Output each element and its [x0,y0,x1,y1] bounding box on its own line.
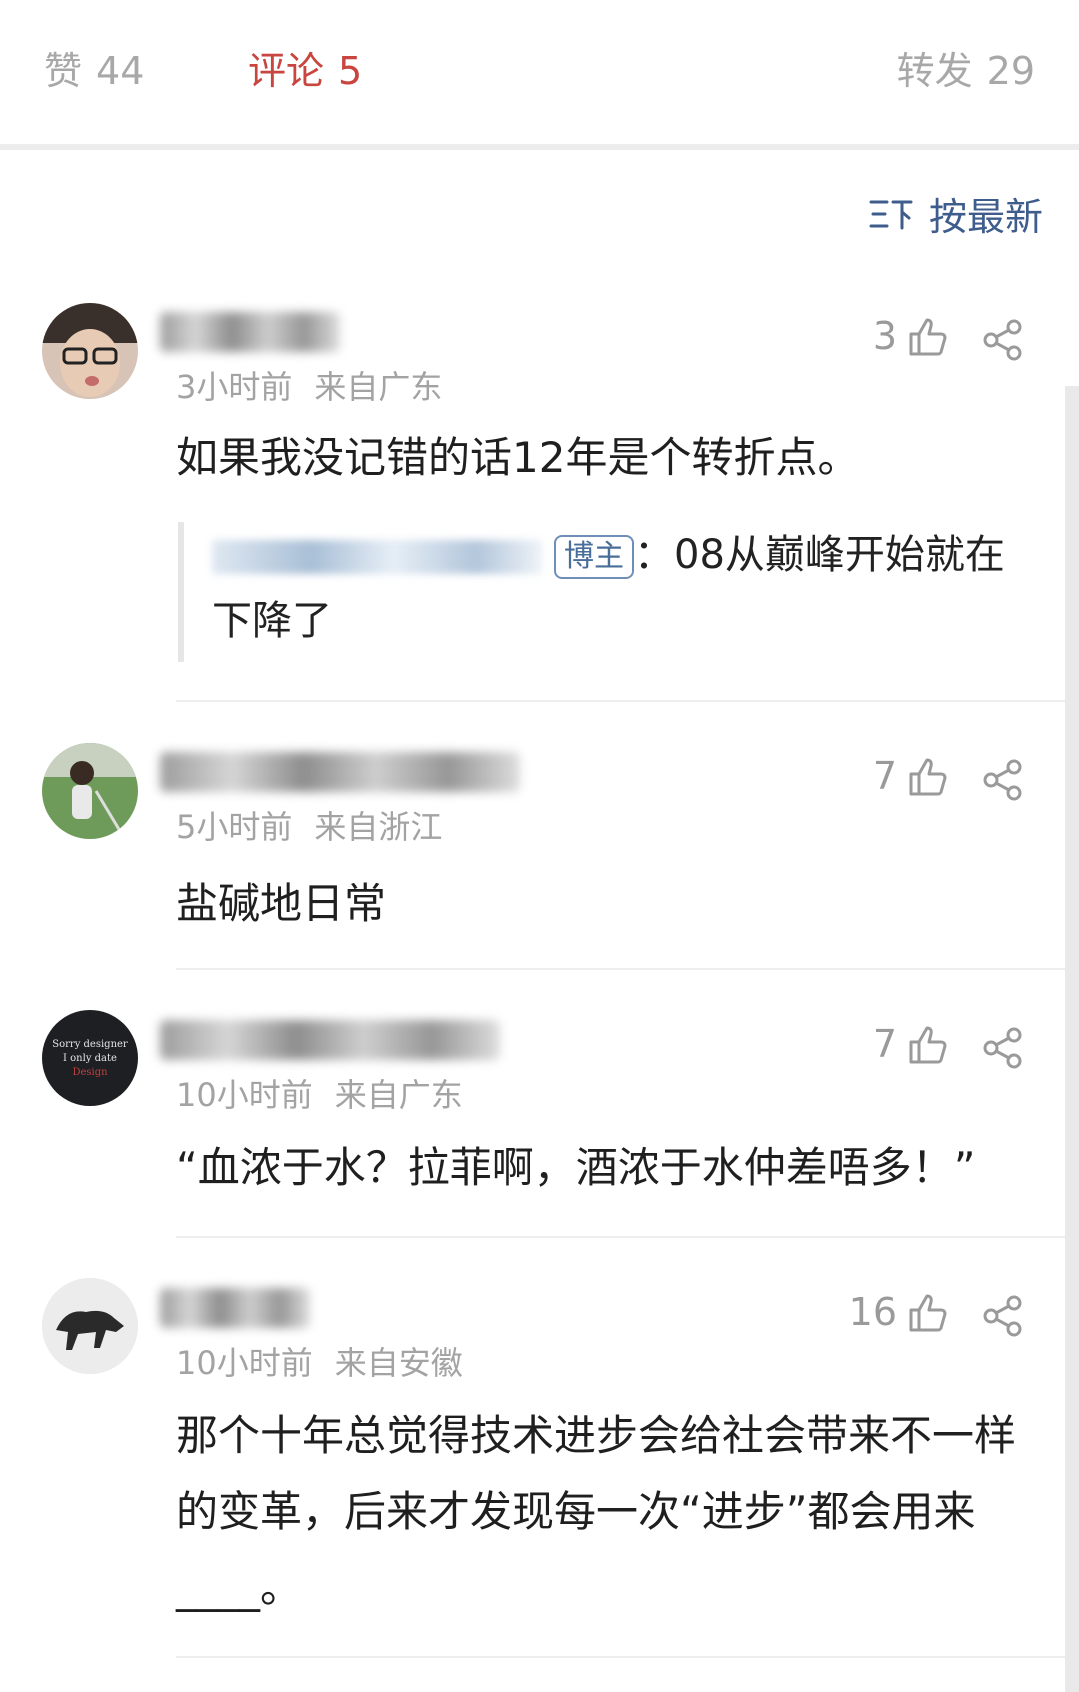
comment-location: 来自广东 [314,368,443,406]
divider [176,700,1079,702]
avatar-text-line-3: Design [72,1067,108,1078]
avatar-text-line-1: Sorry designer [52,1039,128,1050]
comment-meta: 10小时前 来自安徽 [176,1338,463,1384]
like-count: 3 [872,314,897,358]
username-redacted[interactable] [160,312,340,352]
tab-comments[interactable]: 评论 5 [248,52,362,90]
share-icon[interactable] [981,1026,1025,1070]
share-icon[interactable] [981,1294,1025,1338]
sort-toggle[interactable]: 按最新 [869,186,1043,241]
thumbs-up-icon [909,758,947,796]
comment-text: “血浓于水？拉菲啊，酒浓于水仲差唔多！” [176,1143,976,1192]
tab-comments-label: 评论 [248,49,325,93]
like-count: 7 [872,754,897,798]
reply-username-redacted[interactable] [212,540,542,574]
comment-time: 10小时前 [176,1076,313,1114]
comment-text: 盐碱地日常 [176,879,387,928]
thumbs-up-icon [909,1026,947,1064]
comment-location: 来自安徽 [334,1344,463,1382]
reply-preview[interactable]: 博主 ：08从巅峰开始就在下降了 [178,522,1028,662]
divider [176,1236,1079,1238]
tab-reposts[interactable]: 转发 29 [897,52,1035,90]
divider [176,968,1079,970]
sort-label: 按最新 [928,195,1043,239]
tab-reposts-label: 转发 [896,49,973,93]
comment-time: 10小时前 [176,1344,313,1382]
avatar[interactable] [42,303,138,399]
avatar-text-line-2: I only date [63,1053,117,1064]
share-icon[interactable] [981,758,1025,802]
tab-likes-label: 赞 [44,49,83,93]
like-count: 16 [848,1290,897,1334]
like-button[interactable]: 3 [873,314,949,358]
avatar[interactable] [42,743,138,839]
like-button[interactable]: 16 [849,1290,949,1334]
comment-meta: 5小时前 来自浙江 [176,802,442,848]
username-redacted[interactable] [160,1020,500,1060]
tab-likes[interactable]: 赞 44 [44,52,144,90]
scrollbar[interactable] [1065,386,1079,1692]
comment-time: 3小时前 [176,368,293,406]
interaction-tabs: 赞 44 评论 5 转发 29 [0,0,1079,150]
thumbs-up-icon [909,318,947,356]
comment-text: 如果我没记错的话12年是个转折点。 [176,433,860,482]
tab-comments-count: 5 [338,49,363,93]
like-count: 7 [872,1022,897,1066]
share-icon[interactable] [981,318,1025,362]
sort-icon [869,200,913,229]
tab-likes-count: 44 [96,49,145,93]
tab-reposts-count: 29 [986,49,1035,93]
username-redacted[interactable] [160,752,520,792]
author-badge: 博主 [554,535,634,579]
comment-location: 来自浙江 [314,808,443,846]
username-redacted[interactable] [160,1288,310,1328]
like-button[interactable]: 7 [873,754,949,798]
avatar[interactable]: Sorry designer I only date Design [42,1010,138,1106]
comment-text: 那个十年总觉得技术进步会给社会带来不一样的变革，后来才发现每一次“进步”都会用来… [176,1411,1017,1612]
comment-meta: 10小时前 来自广东 [176,1070,463,1116]
comment-location: 来自广东 [334,1076,463,1114]
thumbs-up-icon [909,1294,947,1332]
like-button[interactable]: 7 [873,1022,949,1066]
comment-time: 5小时前 [176,808,293,846]
avatar[interactable] [42,1278,138,1374]
divider [176,1656,1079,1658]
comment-meta: 3小时前 来自广东 [176,362,442,408]
